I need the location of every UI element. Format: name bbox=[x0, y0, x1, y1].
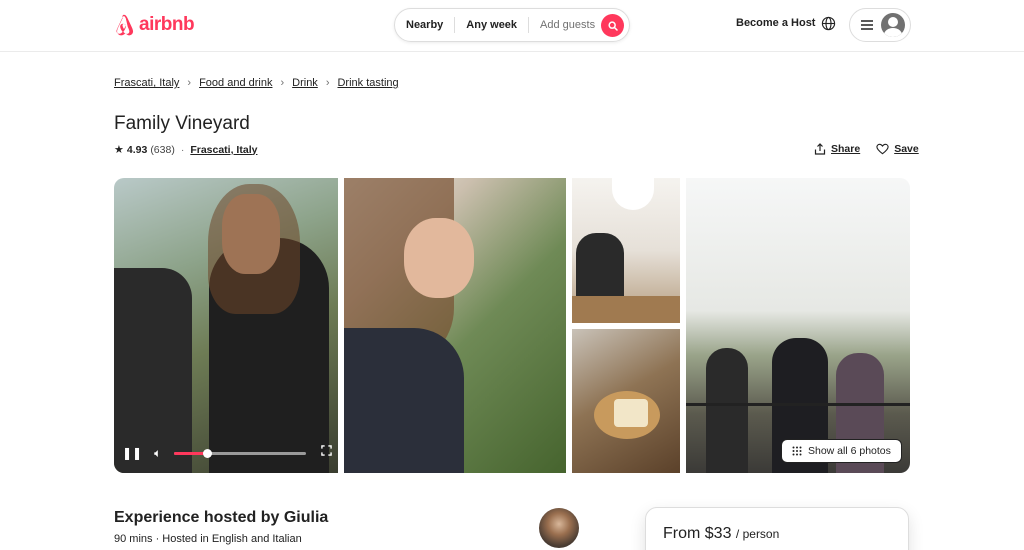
video-progress-bar[interactable] bbox=[174, 449, 306, 458]
separator-dot: · bbox=[180, 143, 185, 156]
airbnb-logo[interactable]: airbnb bbox=[113, 13, 195, 37]
fullscreen-icon[interactable] bbox=[321, 445, 332, 459]
host-subtitle: 90 mins · Hosted in English and Italian bbox=[114, 533, 302, 545]
rating-value: 4.93 bbox=[126, 143, 148, 156]
heart-icon bbox=[876, 143, 889, 155]
photo-table bbox=[572, 296, 680, 323]
grid-icon bbox=[792, 446, 802, 456]
user-avatar-icon bbox=[881, 13, 905, 37]
search-dates[interactable]: Any week bbox=[455, 17, 530, 33]
user-menu-button[interactable] bbox=[849, 8, 911, 42]
photo-person-left bbox=[706, 348, 748, 473]
host-title: Experience hosted by Giulia bbox=[114, 509, 329, 526]
pause-icon[interactable]: ❚❚ bbox=[122, 446, 142, 460]
chevron-right-icon: › bbox=[325, 77, 330, 89]
gallery-photo-2[interactable] bbox=[344, 178, 566, 473]
show-all-photos-button[interactable]: Show all 6 photos bbox=[781, 439, 902, 463]
location-link[interactable]: Frascati, Italy bbox=[190, 144, 257, 156]
search-guests[interactable]: Add guests bbox=[529, 17, 604, 33]
video-progress-thumb[interactable] bbox=[203, 449, 212, 458]
price-amount: From $33 bbox=[663, 525, 732, 542]
airbnb-logo-icon bbox=[116, 14, 134, 36]
video-controls: ❚❚ 🔈︎ bbox=[122, 443, 332, 463]
price-unit: / person bbox=[735, 527, 780, 541]
gallery-video[interactable]: ❚❚ 🔈︎ bbox=[114, 178, 338, 473]
photo-gallery: ❚❚ 🔈︎ Show all 6 photos bbox=[114, 178, 910, 473]
expand-icon bbox=[321, 445, 332, 456]
listing-actions: Share Save bbox=[814, 143, 919, 155]
breadcrumb-subcategory[interactable]: Drink bbox=[292, 77, 318, 89]
photo-figure-face bbox=[404, 218, 474, 298]
share-button[interactable]: Share bbox=[814, 143, 860, 155]
share-icon bbox=[814, 143, 826, 155]
save-label: Save bbox=[894, 143, 919, 155]
show-all-label: Show all 6 photos bbox=[808, 445, 891, 457]
share-label: Share bbox=[831, 143, 861, 155]
top-nav: airbnb Nearby Any week Add guests Become… bbox=[0, 0, 1024, 52]
photo-railing bbox=[686, 403, 910, 406]
video-figure-hair bbox=[208, 184, 300, 314]
photo-cheese bbox=[614, 399, 648, 427]
page-title: Family Vineyard bbox=[114, 113, 250, 134]
breadcrumb-category[interactable]: Food and drink bbox=[199, 77, 272, 89]
listing-meta: ★ 4.93 (638) · Frascati, Italy bbox=[114, 143, 257, 157]
language-button[interactable] bbox=[821, 16, 836, 36]
star-icon: ★ bbox=[114, 144, 124, 156]
hamburger-icon bbox=[861, 20, 873, 30]
booking-card: From $33 / person bbox=[645, 507, 909, 550]
volume-icon[interactable]: 🔈︎ bbox=[154, 446, 161, 461]
breadcrumb-current[interactable]: Drink tasting bbox=[337, 77, 398, 89]
save-button[interactable]: Save bbox=[876, 143, 919, 155]
gallery-photo-3[interactable] bbox=[572, 178, 680, 323]
breadcrumb-location[interactable]: Frascati, Italy bbox=[114, 77, 179, 89]
photo-figure-body bbox=[344, 328, 464, 473]
chevron-right-icon: › bbox=[280, 77, 285, 89]
gallery-photo-5[interactable] bbox=[686, 178, 910, 473]
gallery-photo-4[interactable] bbox=[572, 329, 680, 473]
breadcrumb: Frascati, Italy › Food and drink › Drink… bbox=[114, 77, 399, 89]
globe-icon bbox=[821, 16, 836, 31]
host-avatar[interactable] bbox=[539, 508, 579, 548]
review-count[interactable]: (638) bbox=[150, 144, 175, 156]
search-button[interactable] bbox=[601, 14, 624, 37]
logo-text: airbnb bbox=[139, 14, 195, 35]
chevron-right-icon: › bbox=[187, 77, 192, 89]
photo-lamp bbox=[612, 178, 654, 210]
search-icon bbox=[607, 20, 618, 31]
search-location[interactable]: Nearby bbox=[395, 17, 456, 33]
become-host-link[interactable]: Become a Host bbox=[736, 17, 815, 29]
search-bar[interactable]: Nearby Any week Add guests bbox=[394, 8, 630, 42]
